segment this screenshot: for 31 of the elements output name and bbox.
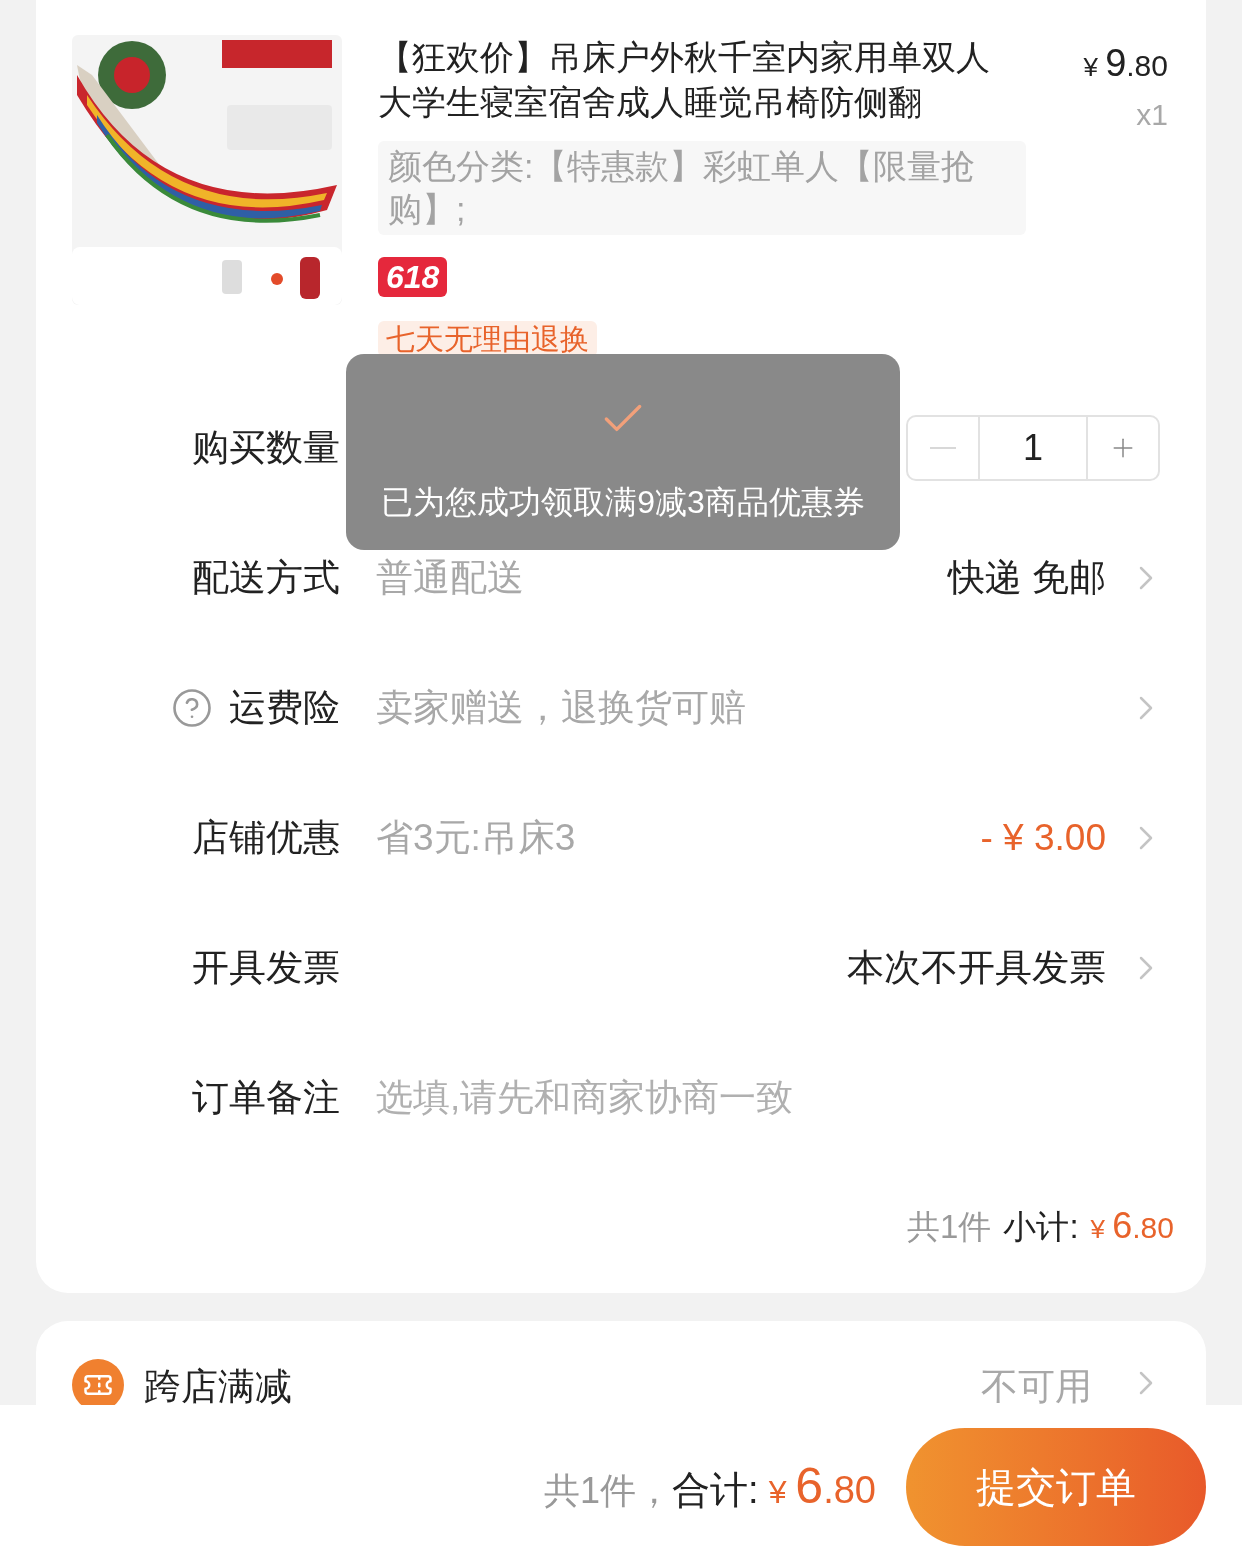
row-label: 店铺优惠 [192, 816, 340, 861]
row-value: 本次不开具发票 [847, 946, 1106, 991]
row-detail: 卖家赠送，退换货可赔 [376, 686, 746, 731]
sku-text: 颜色分类:【特惠款】彩虹单人【限量抢购】; [378, 141, 1026, 235]
row-detail: 普通配送 [376, 556, 524, 601]
unit-price: ¥ 9.80 [1083, 41, 1168, 86]
total-label: 合计: [672, 1468, 759, 1513]
cross-store-label: 跨店满减 [144, 1365, 292, 1405]
help-icon[interactable] [171, 687, 213, 729]
row-label: 配送方式 [192, 556, 340, 601]
subtotal-price: ¥ 6.80 [1090, 1204, 1174, 1248]
toast-message: 已为您成功领取满9减3商品优惠券 [381, 483, 865, 522]
row-label: 购买数量 [192, 426, 340, 471]
minus-icon [930, 447, 956, 449]
row-detail: 省3元:吊床3 [376, 816, 576, 861]
subtotal-label: 小计: [1003, 1207, 1079, 1247]
total-count: 共1件， [544, 1469, 673, 1513]
product-title: 【狂欢价】吊床户外秋千室内家用单双人大学生寝室宿舍成人睡觉吊椅防侧翻 [378, 37, 991, 123]
total-price: ¥ 6.80 [768, 1457, 876, 1516]
row-value: 快递 免邮 [947, 556, 1106, 601]
cross-store-value: 不可用 [981, 1365, 1092, 1405]
service-tag: 七天无理由退换 [378, 321, 597, 357]
row-label: 订单备注 [192, 1076, 340, 1121]
row-label: 开具发票 [192, 946, 340, 991]
row-value: - ¥ 3.00 [980, 816, 1106, 861]
quantity-text: x1 [1136, 97, 1168, 133]
item-count: 共1件 [907, 1207, 992, 1247]
promo-badge: 618 [378, 257, 448, 297]
remark-field[interactable]: 选填,请先和商家协商一致 [376, 1070, 1166, 1126]
quantity-value[interactable]: 1 [980, 417, 1086, 479]
row-label: 运费险 [229, 686, 340, 731]
